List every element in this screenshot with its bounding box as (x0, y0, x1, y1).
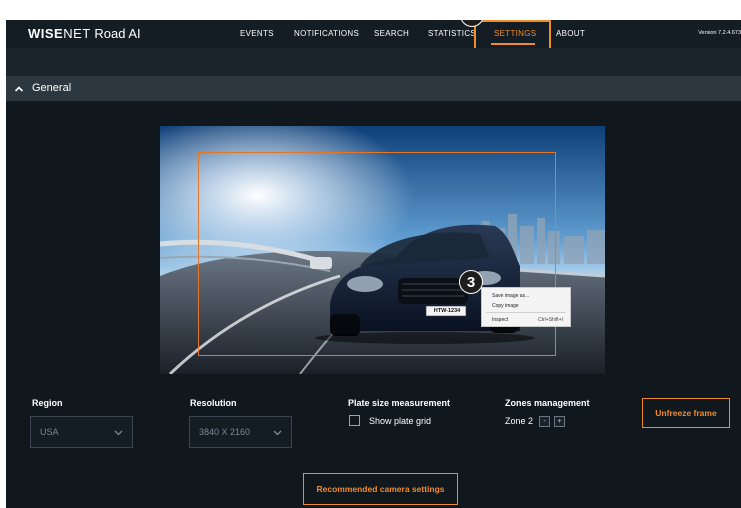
chevron-down-icon (273, 430, 282, 436)
general-section-header[interactable]: General (6, 76, 741, 101)
menu-item-inspect[interactable]: Inspect (492, 317, 508, 323)
section-title: General (32, 82, 72, 94)
menu-item-copy-image[interactable]: Copy image (492, 303, 519, 309)
region-select[interactable]: USA (30, 416, 133, 448)
region-value: USA (40, 427, 59, 437)
version-label: Version 7.2.4.673 (698, 30, 741, 36)
zone-plus-button[interactable]: + (554, 416, 565, 427)
zone-value: Zone 2 (505, 416, 534, 426)
nav-notifications[interactable]: NOTIFICATIONS (294, 29, 359, 38)
chevron-up-icon (14, 86, 24, 92)
menu-item-save-image[interactable]: Save image as... (492, 293, 529, 299)
zone-minus-button[interactable]: - (539, 416, 550, 427)
show-plate-grid-label: Show plate grid (369, 416, 432, 426)
menu-separator (486, 312, 566, 313)
chevron-down-icon (114, 430, 123, 436)
top-navigation-bar: WISENET Road AI EVENTS NOTIFICATIONS SEA… (6, 20, 741, 48)
show-plate-grid-checkbox[interactable] (349, 415, 360, 426)
plate-size-label: Plate size measurement (348, 398, 451, 408)
app-window: WISENET Road AI EVENTS NOTIFICATIONS SEA… (6, 20, 741, 508)
recommended-camera-settings-button[interactable]: Recommended camera settings (303, 473, 458, 505)
nav-statistics[interactable]: STATISTICS (428, 29, 476, 38)
sub-toolbar (6, 48, 741, 76)
resolution-value: 3840 X 2160 (199, 427, 251, 437)
zones-management-label: Zones management (505, 398, 590, 408)
nav-about[interactable]: ABOUT (556, 29, 585, 38)
region-label: Region (32, 398, 63, 408)
settings-active-indicator (491, 43, 535, 45)
unfreeze-frame-button[interactable]: Unfreeze frame (642, 398, 730, 428)
nav-search[interactable]: SEARCH (374, 29, 409, 38)
context-menu: Save image as... Copy image Inspect Ctrl… (481, 287, 571, 327)
resolution-select[interactable]: 3840 X 2160 (189, 416, 292, 448)
resolution-label: Resolution (190, 398, 237, 408)
menu-shortcut-inspect: Ctrl+Shift+I (538, 317, 564, 323)
brand-logo: WISENET Road AI (28, 26, 141, 41)
step-badge-menu: 3 (459, 270, 483, 294)
nav-events[interactable]: EVENTS (240, 29, 274, 38)
